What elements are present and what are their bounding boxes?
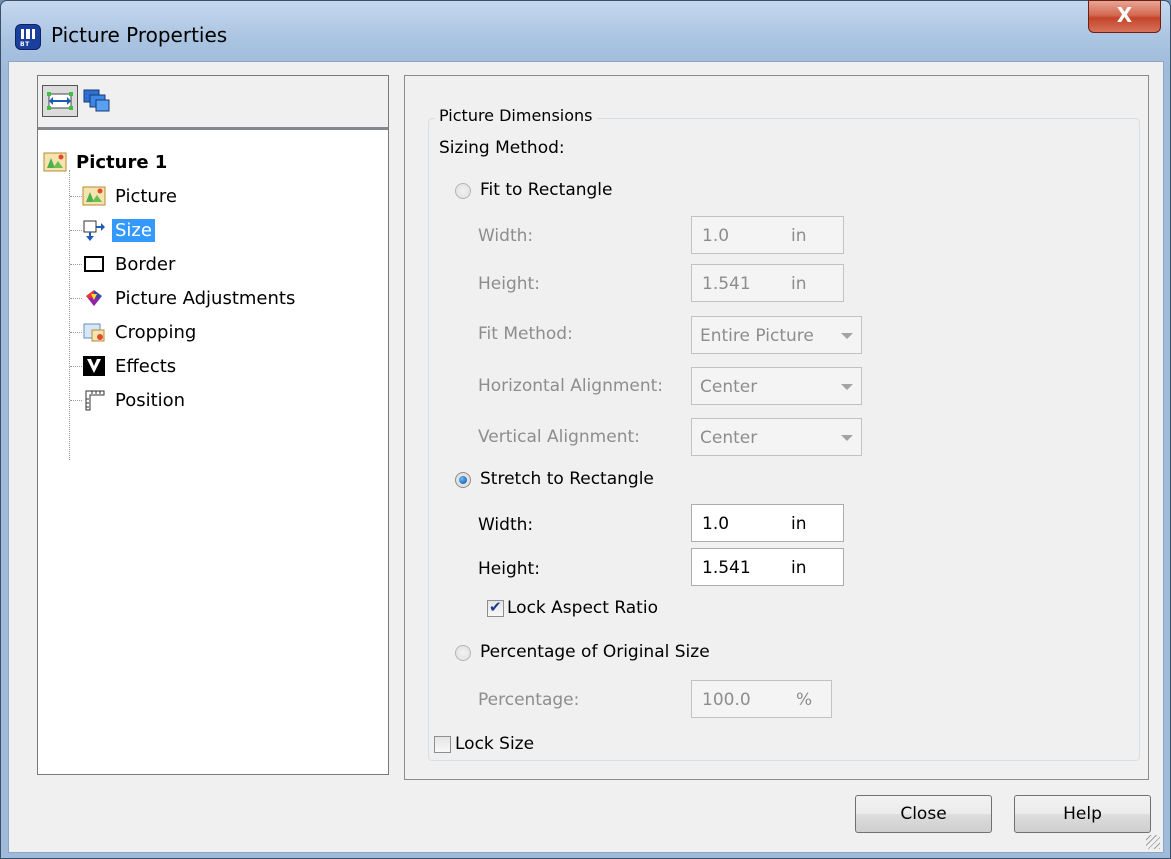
sizing-method-label: Sizing Method:: [439, 138, 565, 158]
fit-height-field[interactable]: 1.541 in: [691, 264, 844, 302]
stretch-width-field[interactable]: 1.0 in: [691, 504, 844, 542]
stretch-height-label: Height:: [478, 559, 540, 579]
fit-method-label: Fit Method:: [478, 324, 573, 344]
close-window-button[interactable]: X: [1088, 0, 1161, 33]
navigation-panel: Picture 1 Picture Size Border Picture Ad…: [37, 75, 389, 775]
lock-aspect-ratio-label: Lock Aspect Ratio: [507, 598, 658, 618]
stretch-to-rectangle-radio[interactable]: [455, 472, 471, 488]
tree-item-position[interactable]: Position: [82, 384, 188, 416]
position-icon: [82, 388, 106, 412]
chevron-down-icon: [841, 435, 853, 441]
help-button[interactable]: Help: [1014, 795, 1151, 833]
stretch-height-value: 1.541: [702, 558, 751, 578]
window-title: Picture Properties: [51, 23, 228, 47]
layers-tab-icon[interactable]: [80, 85, 116, 117]
chevron-down-icon: [841, 333, 853, 339]
tree-item-label: Picture Adjustments: [115, 287, 296, 309]
tree-item-effects[interactable]: Effects: [82, 350, 179, 382]
fit-to-rectangle-label: Fit to Rectangle: [480, 180, 613, 200]
percentage-label: Percentage:: [478, 690, 580, 710]
fit-width-field[interactable]: 1.0 in: [691, 216, 844, 254]
size-icon: [82, 218, 106, 242]
fit-to-rectangle-radio[interactable]: [455, 183, 471, 199]
lock-size-checkbox[interactable]: [434, 736, 451, 753]
picture-icon: [82, 184, 106, 208]
fit-method-dropdown[interactable]: Entire Picture: [691, 316, 862, 354]
dialog-client-area: Picture 1 Picture Size Border Picture Ad…: [8, 61, 1164, 853]
tree-connector-line: [69, 170, 70, 460]
tree-item-label: Position: [115, 389, 186, 411]
percentage-field[interactable]: 100.0 %: [691, 680, 832, 718]
picture-icon: [43, 150, 67, 174]
fit-width-label: Width:: [478, 226, 534, 246]
object-properties-tab-icon[interactable]: [42, 85, 78, 117]
stretch-height-unit: in: [791, 558, 807, 578]
tree-item-label: Size: [112, 218, 155, 242]
tree-item-size[interactable]: Size: [82, 214, 155, 246]
stretch-width-unit: in: [791, 514, 807, 534]
app-icon: BT: [15, 24, 41, 50]
border-icon: [82, 252, 106, 276]
percentage-original-size-label: Percentage of Original Size: [480, 642, 710, 662]
tree-connector: [70, 298, 82, 299]
panel-toolbar: [38, 76, 388, 130]
tree-connector: [70, 366, 82, 367]
percentage-original-size-radio[interactable]: [455, 645, 471, 661]
adjustments-icon: [82, 286, 106, 310]
lock-aspect-ratio-checkbox[interactable]: [487, 598, 504, 617]
cropping-icon: [82, 320, 106, 344]
fit-method-value: Entire Picture: [700, 326, 814, 346]
vertical-alignment-value: Center: [700, 428, 758, 448]
tree-item-label: Cropping: [115, 321, 197, 343]
picture-properties-window: BT Picture Properties X Picture 1 Pictur…: [0, 0, 1171, 859]
tree-root-label: Picture 1: [76, 151, 168, 173]
horizontal-alignment-value: Center: [700, 377, 758, 397]
horizontal-alignment-label: Horizontal Alignment:: [478, 376, 664, 396]
fit-height-unit: in: [791, 274, 807, 294]
resize-grip-icon[interactable]: [1146, 835, 1160, 849]
percentage-unit: %: [796, 690, 813, 710]
stretch-to-rectangle-label: Stretch to Rectangle: [480, 469, 654, 489]
chevron-down-icon: [841, 384, 853, 390]
vertical-alignment-dropdown[interactable]: Center: [691, 418, 862, 456]
effects-icon: [82, 354, 106, 378]
properties-panel: Picture Dimensions Sizing Method: Fit to…: [404, 75, 1149, 780]
tree-item-label: Picture: [115, 185, 177, 207]
close-button[interactable]: Close: [855, 795, 992, 833]
tree-connector: [70, 264, 82, 265]
tree-item-label: Border: [115, 253, 176, 275]
fit-height-value: 1.541: [702, 274, 751, 294]
stretch-width-label: Width:: [478, 515, 534, 535]
tree-connector: [70, 196, 82, 197]
tree-connector: [70, 230, 82, 231]
fit-height-label: Height:: [478, 274, 540, 294]
tree-root-picture-1[interactable]: Picture 1: [43, 146, 170, 178]
stretch-width-value: 1.0: [702, 514, 730, 534]
tree-connector: [70, 400, 82, 401]
tree-item-border[interactable]: Border: [82, 248, 178, 280]
tree-item-picture[interactable]: Picture: [82, 180, 180, 212]
percentage-value: 100.0: [702, 690, 751, 710]
horizontal-alignment-dropdown[interactable]: Center: [691, 367, 862, 405]
tree-item-cropping[interactable]: Cropping: [82, 316, 199, 348]
vertical-alignment-label: Vertical Alignment:: [478, 427, 640, 447]
tree-item-picture-adjustments[interactable]: Picture Adjustments: [82, 282, 298, 314]
stretch-height-field[interactable]: 1.541 in: [691, 548, 844, 586]
tree-item-label: Effects: [115, 355, 177, 377]
tree-connector: [70, 332, 82, 333]
lock-size-label: Lock Size: [455, 734, 535, 754]
group-title: Picture Dimensions: [435, 106, 597, 125]
fit-width-unit: in: [791, 226, 807, 246]
fit-width-value: 1.0: [702, 226, 730, 246]
